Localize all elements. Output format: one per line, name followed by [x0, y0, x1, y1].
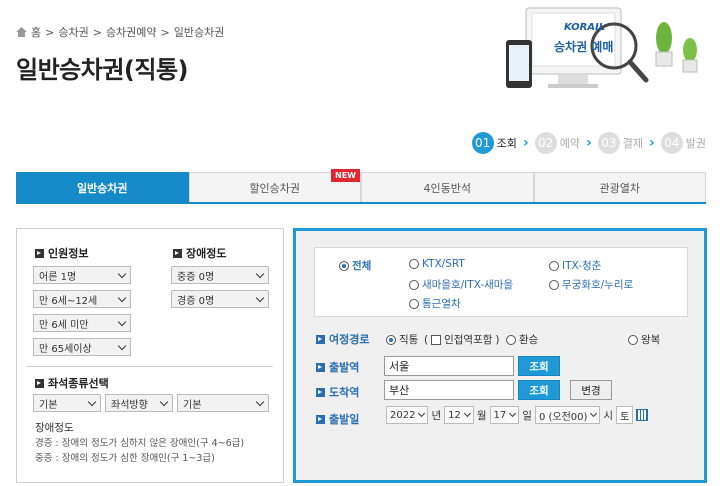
- route-label: 여정경로: [316, 331, 369, 347]
- note-title: 장애정도: [35, 422, 74, 434]
- bullet-icon: [316, 387, 325, 397]
- breadcrumb-ticket[interactable]: 승차권: [58, 24, 88, 40]
- arrival-search-button[interactable]: 조회: [518, 380, 560, 400]
- bullet-icon: [35, 378, 44, 388]
- chevron-right-icon: ›: [648, 135, 655, 151]
- weekday-display: 토: [616, 406, 634, 424]
- bullet-icon: [316, 414, 325, 424]
- train-type-saemaeul[interactable]: 새마을호/ITX-새마을: [409, 277, 513, 292]
- departure-input[interactable]: 서울: [384, 356, 514, 376]
- bullet-icon: [35, 248, 44, 258]
- disability-title: 장애정도: [173, 245, 226, 261]
- arrival-input[interactable]: 부산: [384, 380, 514, 400]
- step-search: 01 조회: [471, 132, 517, 154]
- infant-count-select[interactable]: 만 6세 미만: [33, 314, 131, 332]
- senior-count-select[interactable]: 만 65세이상: [33, 338, 131, 356]
- train-type-commuter[interactable]: 통근열차: [409, 296, 461, 311]
- korail-logo: KORAIL: [564, 22, 606, 33]
- hero-illustration: KORAIL 승차권 예매: [496, 0, 706, 100]
- chevron-down-icon: [87, 397, 97, 406]
- train-type-itx-cheongchun[interactable]: ITX-청춘: [549, 258, 601, 273]
- chevron-down-icon: [418, 409, 426, 418]
- bullet-icon: [316, 362, 325, 372]
- breadcrumb: 홈 > 승차권 > 승차권예약 > 일반승차권: [16, 24, 224, 40]
- route-adjacent-checkbox[interactable]: (인접역포함): [424, 332, 500, 347]
- step-payment: 03 결제: [597, 132, 643, 154]
- note-mild: 경증 : 장애의 정도가 심하지 않은 장애인(구 4~6급): [35, 438, 245, 449]
- new-badge: NEW: [331, 169, 360, 182]
- tab-family-seat[interactable]: 4인동반석: [361, 172, 534, 202]
- seat-title: 좌석종류선택: [35, 375, 109, 391]
- seat-option-select[interactable]: 기본: [177, 394, 269, 412]
- date-row: 2022 년 12 월 17 일 0 (오전00) 시 토: [386, 406, 649, 424]
- year-select[interactable]: 2022: [386, 406, 429, 424]
- page-title: 일반승차권(직통): [16, 56, 189, 84]
- mild-disability-select[interactable]: 경증 0명: [171, 290, 269, 308]
- chevron-down-icon: [117, 293, 127, 302]
- breadcrumb-current: 일반승차권: [173, 26, 225, 39]
- chevron-right-icon: ›: [585, 135, 592, 151]
- hour-select[interactable]: 0 (오전00): [534, 406, 601, 424]
- chevron-down-icon: [255, 293, 265, 302]
- date-label: 출발일: [316, 411, 359, 427]
- route-transfer-radio[interactable]: 환승: [506, 332, 538, 347]
- severe-disability-select[interactable]: 중증 0명: [171, 266, 269, 284]
- child-count-select[interactable]: 만 6세~12세: [33, 290, 131, 308]
- tab-discount[interactable]: 할인승차권 NEW: [188, 169, 361, 202]
- day-select[interactable]: 17: [489, 406, 520, 424]
- bullet-icon: [173, 248, 182, 258]
- chevron-down-icon: [255, 269, 265, 278]
- seat-type-select[interactable]: 기본: [33, 394, 101, 412]
- hero-caption: 승차권 예매: [554, 40, 614, 54]
- home-icon[interactable]: [16, 27, 27, 37]
- calendar-icon[interactable]: [636, 409, 649, 421]
- train-type-ktx[interactable]: KTX/SRT: [409, 258, 465, 270]
- step-issue: 04 발권: [660, 132, 706, 154]
- swap-stations-button[interactable]: 변경: [570, 380, 612, 400]
- chevron-down-icon: [590, 409, 598, 418]
- people-title: 인원정보: [35, 245, 88, 261]
- ticket-tabs: 일반승차권 할인승차권 NEW 4인동반석 관광열차: [16, 169, 706, 204]
- month-select[interactable]: 12: [444, 406, 474, 424]
- passenger-panel: 인원정보 장애정도 어른 1명 만 6세~12세 만 6세 미만 만 65세이상…: [16, 228, 284, 483]
- step-reserve: 02 예약: [534, 132, 580, 154]
- adult-count-select[interactable]: 어른 1명: [33, 266, 131, 284]
- chevron-down-icon: [463, 409, 471, 418]
- progress-steps: 01 조회 › 02 예약 › 03 결제 › 04 발권: [471, 132, 706, 154]
- train-type-box: 전체 KTX/SRT ITX-청춘 새마을호/ITX-새마을 무궁화호/누리로 …: [314, 247, 688, 317]
- breadcrumb-home[interactable]: 홈: [31, 24, 41, 40]
- chevron-down-icon: [117, 341, 127, 350]
- search-panel: 전체 KTX/SRT ITX-청춘 새마을호/ITX-새마을 무궁화호/누리로 …: [293, 228, 707, 483]
- tab-general[interactable]: 일반승차권: [16, 172, 189, 202]
- train-type-mugunghwa[interactable]: 무궁화호/누리로: [549, 277, 633, 292]
- route-round-radio[interactable]: 왕복: [628, 332, 660, 347]
- chevron-right-icon: ›: [522, 135, 529, 151]
- bullet-icon: [316, 334, 325, 344]
- departure-label: 출발역: [316, 359, 359, 375]
- arrival-label: 도착역: [316, 384, 359, 400]
- chevron-down-icon: [159, 397, 169, 406]
- breadcrumb-reservation[interactable]: 승차권예약: [106, 24, 157, 40]
- chevron-down-icon: [255, 397, 265, 406]
- seat-direction-select[interactable]: 좌석방향: [105, 394, 173, 412]
- departure-search-button[interactable]: 조회: [518, 356, 560, 376]
- chevron-down-icon: [509, 409, 517, 418]
- route-direct-radio[interactable]: 직통: [386, 332, 418, 347]
- chevron-down-icon: [117, 269, 127, 278]
- train-type-all[interactable]: 전체: [339, 258, 371, 273]
- chevron-down-icon: [117, 317, 127, 326]
- note-severe: 중증 : 장애의 정도가 심한 장애인(구 1~3급): [35, 453, 215, 464]
- tab-tour-train[interactable]: 관광열차: [533, 172, 706, 202]
